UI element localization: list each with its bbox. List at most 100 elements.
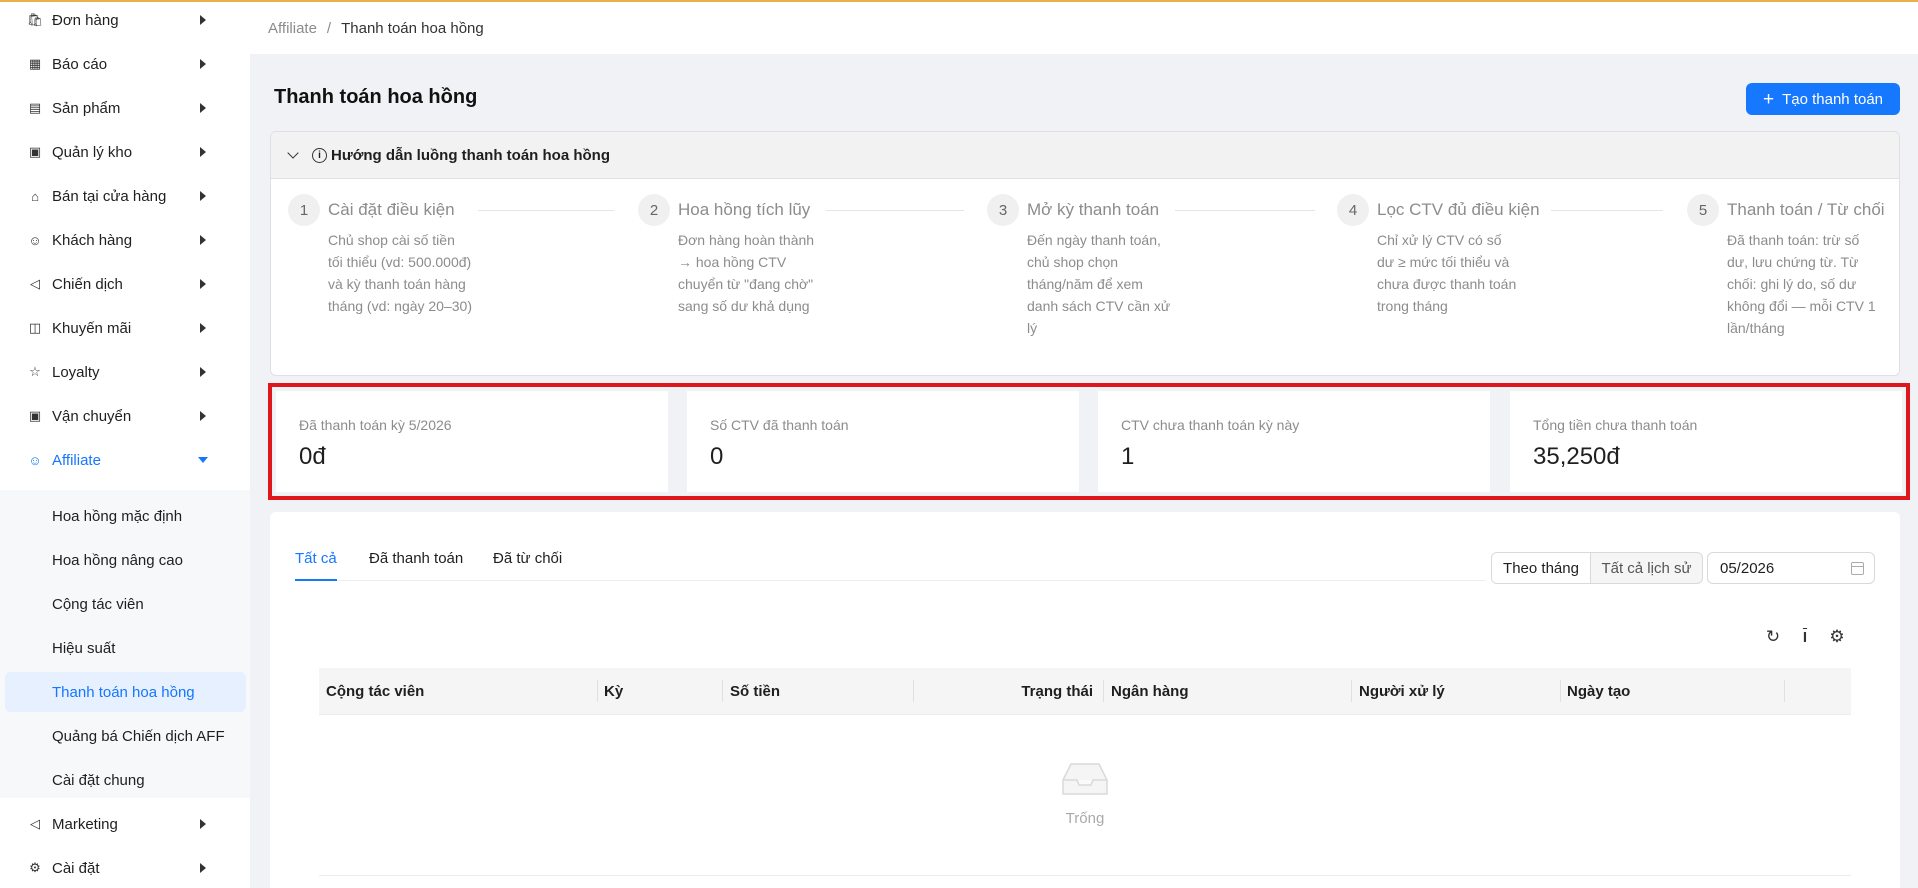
calendar-icon — [1851, 562, 1864, 575]
sidebar-item-label: Cài đặt — [52, 859, 100, 877]
submenu-aff-campaign[interactable]: Quảng bá Chiến dịch AFF — [5, 716, 246, 756]
column-header: Trạng thái — [1021, 683, 1093, 700]
sidebar-item-label: Vận chuyển — [52, 407, 132, 425]
table-header: Cộng tác viên Kỳ Số tiền Trạng thái Ngân… — [319, 668, 1851, 715]
megaphone-icon: ◁ — [30, 276, 40, 291]
sidebar-item-pos[interactable]: ⌂ Bán tại cửa hàng — [0, 174, 250, 218]
submenu-commission-payment[interactable]: Thanh toán hoa hồng — [5, 672, 246, 712]
column-height-icon[interactable]: I — [1796, 628, 1814, 646]
sidebar-item-label: Khách hàng — [52, 231, 133, 249]
caret-right-icon — [200, 103, 206, 113]
caret-right-icon — [200, 191, 206, 201]
submenu-advanced-commission[interactable]: Hoa hồng nâng cao — [5, 540, 246, 580]
empty-state-text: Trống — [1065, 810, 1105, 827]
gift-icon: ◫ — [28, 320, 42, 335]
step-description: Đến ngày thanh toán, chủ shop chọn tháng… — [1027, 232, 1171, 336]
view-mode-toggle: Theo tháng Tất cả lịch sử — [1491, 552, 1703, 584]
view-all-history-option[interactable]: Tất cả lịch sử — [1591, 553, 1702, 583]
guide-step-3: 3 Mở kỳ thanh toán Đến ngày thanh toán, … — [987, 194, 1337, 364]
submenu-label: Quảng bá Chiến dịch AFF — [52, 727, 225, 745]
guide-step-1: 1 Cài đặt điều kiện Chủ shop cài số tiền… — [288, 194, 638, 364]
page-title: Thanh toán hoa hồng — [274, 86, 478, 108]
stat-label: Đã thanh toán kỳ 5/2026 — [299, 417, 452, 433]
month-picker[interactable]: 05/2026 — [1707, 552, 1875, 584]
caret-right-icon — [200, 411, 206, 421]
step-title: Hoa hồng tích lũy — [678, 200, 811, 219]
info-icon: i — [312, 148, 327, 163]
submenu-default-commission[interactable]: Hoa hồng mặc định — [5, 496, 246, 536]
user-icon: ☺ — [28, 232, 42, 248]
sidebar-item-label: Sản phẩm — [52, 99, 121, 117]
sidebar-item-settings[interactable]: ⚙︎ Cài đặt — [0, 846, 250, 888]
step-title: Lọc CTV đủ điều kiện — [1377, 200, 1540, 219]
caret-right-icon — [200, 15, 206, 25]
submenu-label: Hiệu suất — [52, 639, 116, 657]
sidebar-item-loyalty[interactable]: ☆ Loyalty — [0, 350, 250, 394]
tabs-divider — [295, 580, 1486, 581]
submenu-general-settings[interactable]: Cài đặt chung — [5, 760, 246, 800]
step-connector — [478, 210, 614, 211]
caret-right-icon — [200, 235, 206, 245]
submenu-performance[interactable]: Hiệu suất — [5, 628, 246, 668]
submenu-label: Thanh toán hoa hồng — [52, 683, 195, 701]
step-title: Mở kỳ thanh toán — [1027, 200, 1160, 219]
sidebar-item-label: Affiliate — [52, 451, 101, 469]
create-payment-label: Tạo thanh toán — [1782, 90, 1884, 108]
step-title: Cài đặt điều kiện — [328, 200, 455, 219]
sidebar-item-affiliate[interactable]: ☺ Affiliate — [0, 438, 250, 482]
affiliate-icon: ☺ — [28, 452, 42, 468]
stat-paid-period: Đã thanh toán kỳ 5/2026 0đ — [276, 391, 668, 492]
guide-title: Hướng dẫn luồng thanh toán hoa hồng — [331, 146, 610, 164]
sidebar-item-customers[interactable]: ☺ Khách hàng — [0, 218, 250, 262]
stat-label: Số CTV đã thanh toán — [710, 417, 849, 433]
stat-label: CTV chưa thanh toán kỳ này — [1121, 417, 1300, 433]
step-connector — [1175, 210, 1315, 211]
month-picker-value: 05/2026 — [1720, 559, 1775, 577]
view-by-month-option[interactable]: Theo tháng — [1492, 553, 1591, 583]
step-number: 5 — [1687, 194, 1719, 226]
stat-paid-ctv-count: Số CTV đã thanh toán 0 — [687, 391, 1079, 492]
guide-step-5: 5 Thanh toán / Từ chối Đã thanh toán: tr… — [1687, 194, 1899, 364]
sidebar-item-label: Đơn hàng — [52, 11, 119, 29]
caret-down-icon — [198, 457, 208, 463]
gear-icon[interactable]: ⚙︎ — [1828, 627, 1846, 646]
caret-right-icon — [200, 819, 206, 829]
stat-unpaid-ctv: CTV chưa thanh toán kỳ này 1 — [1098, 391, 1490, 492]
step-title: Thanh toán / Từ chối — [1727, 200, 1885, 219]
step-number: 2 — [638, 194, 670, 226]
step-number: 1 — [288, 194, 320, 226]
tab-rejected[interactable]: Đã từ chối — [493, 550, 562, 567]
megaphone-icon: ◁ — [30, 816, 40, 831]
tab-all[interactable]: Tất cả — [295, 550, 337, 567]
step-number: 4 — [1337, 194, 1369, 226]
caret-right-icon — [200, 147, 206, 157]
stat-value: 0đ — [299, 443, 326, 470]
sidebar-item-warehouse[interactable]: ▣ Quản lý kho — [0, 130, 250, 174]
submenu-collaborators[interactable]: Cộng tác viên — [5, 584, 246, 624]
step-connector — [1551, 210, 1663, 211]
caret-right-icon — [200, 367, 206, 377]
sidebar-item-promotions[interactable]: ◫ Khuyến mãi — [0, 306, 250, 350]
guide-step-4: 4 Lọc CTV đủ điều kiện Chỉ xử lý CTV có … — [1337, 194, 1687, 364]
sidebar-item-marketing[interactable]: ◁ Marketing — [0, 802, 250, 846]
tab-paid[interactable]: Đã thanh toán — [369, 550, 463, 567]
column-header: Ngày tạo — [1567, 683, 1631, 700]
sidebar-item-label: Quản lý kho — [52, 143, 133, 161]
column-header: Người xử lý — [1359, 683, 1445, 700]
sidebar-item-label: Chiến dịch — [52, 275, 123, 293]
sidebar-item-products[interactable]: ▤ Sản phẩm — [0, 86, 250, 130]
caret-right-icon — [200, 279, 206, 289]
refresh-icon[interactable]: ↻ — [1764, 627, 1782, 646]
sidebar-item-reports[interactable]: ▦ Báo cáo — [0, 42, 250, 86]
sidebar-item-campaigns[interactable]: ◁ Chiến dịch — [0, 262, 250, 306]
sidebar-item-orders[interactable]: 🛍︎ Đơn hàng — [0, 0, 250, 42]
step-description: Đơn hàng hoàn thành → hoa hồng CTV chuyể… — [678, 232, 815, 314]
caret-right-icon — [200, 863, 206, 873]
submenu-label: Cài đặt chung — [52, 771, 145, 789]
guide-header[interactable]: i Hướng dẫn luồng thanh toán hoa hồng — [271, 132, 1899, 179]
breadcrumb-link-affiliate[interactable]: Affiliate — [268, 20, 317, 37]
payment-flow-guide: i Hướng dẫn luồng thanh toán hoa hồng 1 … — [270, 131, 1900, 376]
chevron-down-icon — [287, 147, 299, 159]
sidebar-item-shipping[interactable]: ▣ Vận chuyển — [0, 394, 250, 438]
create-payment-button[interactable]: + Tạo thanh toán — [1746, 83, 1900, 115]
